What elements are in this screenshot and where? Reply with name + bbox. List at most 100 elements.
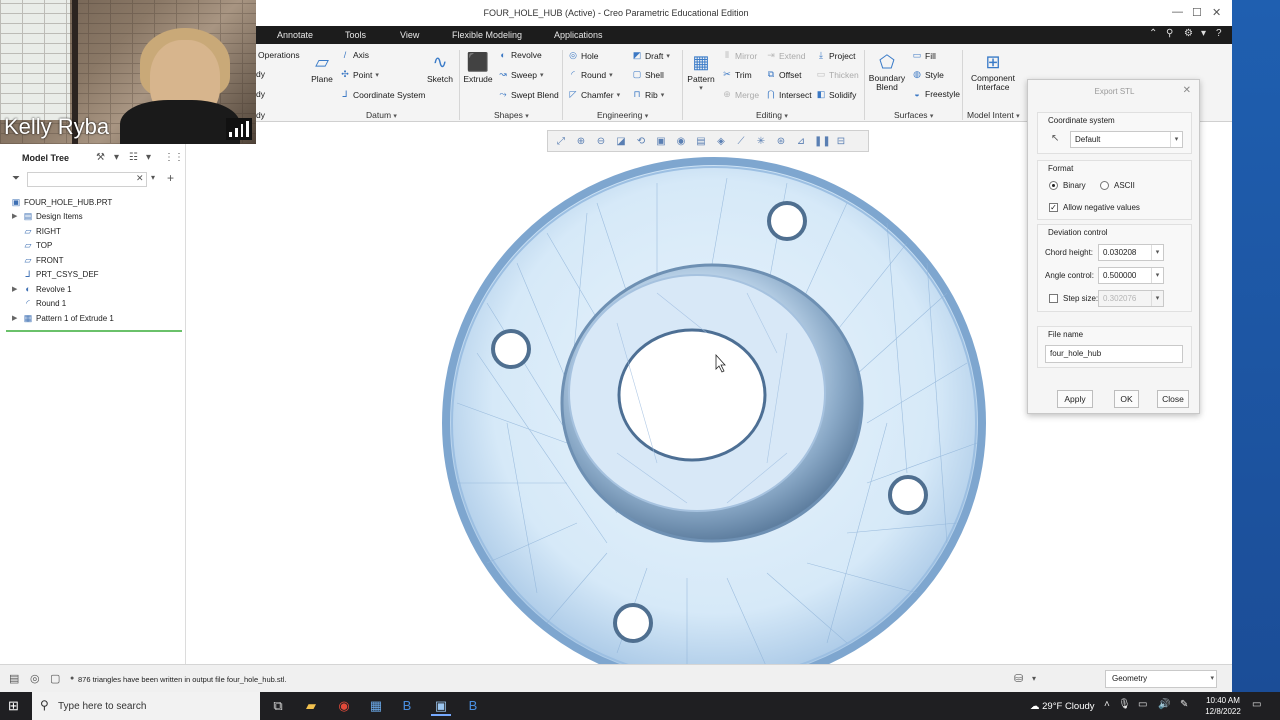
mirror-button[interactable]: ⫴ Mirror	[722, 50, 757, 61]
help-icon[interactable]: ?	[1216, 28, 1222, 39]
extend-button[interactable]: ⇥ Extend	[766, 50, 805, 61]
allow-negative-checkbox[interactable]: ✓	[1049, 203, 1058, 212]
selection-filter-select[interactable]: Geometry ▾	[1105, 670, 1217, 688]
repaint-icon[interactable]: ◪	[614, 136, 628, 147]
style-button[interactable]: ◍ Style	[912, 69, 944, 80]
tree-item[interactable]: ▶ ▤ Design Items	[12, 209, 83, 223]
freestyle-button[interactable]: ◒ Freestyle	[912, 89, 960, 99]
coordinate-system-button[interactable]: ⅃ Coordinate System	[340, 89, 425, 100]
creo-icon[interactable]: ▣	[431, 698, 451, 716]
chrome-icon[interactable]: ◉	[334, 698, 354, 714]
task-view-icon[interactable]: ⧉	[268, 698, 288, 714]
solidify-button[interactable]: ◧ Solidify	[816, 89, 857, 100]
chevron-down-icon[interactable]: ▾	[114, 152, 119, 163]
fill-button[interactable]: ▭ Fill	[912, 50, 936, 61]
tab-flexible-modeling[interactable]: Flexible Modeling	[452, 30, 522, 40]
collapse-ribbon-icon[interactable]: ⌃	[1149, 28, 1157, 39]
chevron-down-icon[interactable]: ▾	[146, 152, 151, 163]
tab-annotate[interactable]: Annotate	[277, 30, 313, 40]
file-name-input[interactable]: four_hole_hub	[1045, 345, 1183, 363]
clock[interactable]: 10:40 AM 12/8/2022	[1200, 695, 1246, 717]
plane-button[interactable]: ▱ Plane	[309, 50, 335, 84]
sweep-button[interactable]: ↝ Sweep ▾	[498, 69, 543, 80]
chord-height-input[interactable]: 0.030208 ▾	[1098, 244, 1164, 261]
chevron-down-icon[interactable]: ▾	[1032, 674, 1036, 683]
close-icon[interactable]: ✕	[1212, 6, 1221, 19]
windows-start-icon[interactable]: ⊞	[8, 698, 19, 714]
tree-item[interactable]: ▱ RIGHT	[12, 224, 61, 238]
maximize-icon[interactable]: ☐	[1192, 6, 1202, 19]
select-arrow-icon[interactable]: ↖	[1051, 133, 1059, 144]
smart-select-icon[interactable]: ⛁	[1014, 672, 1023, 685]
component-interface-button[interactable]: ⊞ Component Interface	[966, 50, 1020, 92]
model-intent-group-label[interactable]: Model Intent ▾	[967, 110, 1020, 120]
tree-item[interactable]: ▶ ◐ Revolve 1	[12, 282, 72, 296]
surfaces-group-label[interactable]: Surfaces ▾	[894, 110, 933, 120]
file-explorer-icon[interactable]: ▰	[301, 698, 321, 714]
swept-blend-button[interactable]: ⤳ Swept Blend	[498, 89, 558, 100]
minimize-icon[interactable]: —	[1172, 6, 1183, 18]
tree-settings-icon[interactable]: ⚒	[96, 152, 105, 163]
spin-center-icon[interactable]: ⊛	[774, 136, 788, 147]
app-b-secondary-icon[interactable]: B	[463, 698, 483, 713]
tray-chevron-icon[interactable]: ˄	[1104, 699, 1110, 710]
sketch-button[interactable]: ∿ Sketch	[427, 50, 453, 84]
microphone-icon[interactable]: 🎙	[1118, 699, 1131, 710]
settings-icon[interactable]: ⚙	[1184, 28, 1193, 39]
boundary-blend-button[interactable]: ⬠ Boundary Blend	[867, 50, 907, 92]
datum-display-icon[interactable]: ⟋	[734, 136, 748, 147]
zoom-out-icon[interactable]: ⊖	[594, 136, 608, 147]
tree-item[interactable]: ▱ TOP	[12, 238, 53, 252]
tree-item[interactable]: ◜ Round 1	[12, 296, 66, 310]
step-size-checkbox[interactable]	[1049, 294, 1058, 303]
perspective-icon[interactable]: ◈	[714, 136, 728, 147]
editing-group-label[interactable]: Editing ▾	[756, 110, 788, 120]
browser-icon[interactable]: ◎	[30, 672, 40, 685]
angle-control-input[interactable]: 0.500000 ▾	[1098, 267, 1164, 284]
axis-button[interactable]: / Axis	[340, 50, 369, 60]
extrude-button[interactable]: ⬛ Extrude	[463, 50, 493, 84]
hole-button[interactable]: ◎ Hole	[568, 50, 598, 61]
tree-columns-icon[interactable]: ☷	[129, 152, 138, 163]
shell-button[interactable]: ▢ Shell	[632, 69, 664, 80]
network-icon[interactable]: ▭	[1138, 699, 1147, 710]
volume-icon[interactable]: 🔊	[1158, 699, 1170, 710]
tree-item[interactable]: ▱ FRONT	[12, 253, 64, 267]
point-button[interactable]: ✣ Point ▾	[340, 69, 379, 80]
step-size-input[interactable]: 0.302076 ▾	[1098, 290, 1164, 307]
binary-radio[interactable]	[1049, 181, 1058, 190]
ascii-radio[interactable]	[1100, 181, 1109, 190]
round-button[interactable]: ◜ Round ▾	[568, 69, 612, 80]
datum-group-label[interactable]: Datum ▾	[366, 110, 397, 120]
ok-button[interactable]: OK	[1114, 390, 1139, 408]
taskbar-search-box[interactable]: ⚲ Type here to search	[32, 692, 260, 720]
chevron-down-icon[interactable]: ▾	[1201, 28, 1206, 39]
refit-icon[interactable]: ⤢	[554, 136, 568, 147]
insert-indicator[interactable]	[6, 330, 182, 332]
show-tree-icon[interactable]: ▤	[9, 672, 19, 685]
app-b-icon[interactable]: B	[397, 698, 417, 713]
tree-filter-options-icon[interactable]: ⋮⋮	[164, 152, 184, 163]
display-style-icon[interactable]: ◉	[674, 136, 688, 147]
close-icon[interactable]: ✕	[1183, 85, 1191, 96]
tree-item[interactable]: ⅃ PRT_CSYS_DEF	[12, 267, 98, 281]
search-icon[interactable]: ⚲	[1166, 28, 1173, 39]
more-icon[interactable]: ⊟	[834, 136, 848, 147]
tree-item[interactable]: ▶ ▦ Pattern 1 of Extrude 1	[12, 311, 114, 325]
active-filter-icon[interactable]: ⊿	[794, 136, 808, 147]
filter-icon[interactable]: ⏷	[12, 173, 20, 184]
merge-button[interactable]: ⊕ Merge	[722, 89, 759, 100]
zoom-in-icon[interactable]: ⊕	[574, 136, 588, 147]
coordinate-system-select[interactable]: Default ▾	[1070, 131, 1183, 148]
tab-tools[interactable]: Tools	[345, 30, 366, 40]
close-button[interactable]: Close	[1157, 390, 1189, 408]
fullscreen-icon[interactable]: ▢	[50, 672, 60, 685]
add-icon[interactable]: +	[167, 171, 174, 185]
project-button[interactable]: ⤓ Project	[816, 50, 855, 61]
saved-orientations-icon[interactable]: ▣	[654, 136, 668, 147]
revolve-button[interactable]: ◐ Revolve	[498, 50, 541, 60]
view-manager-icon[interactable]: ▤	[694, 136, 708, 147]
tree-search-input[interactable]	[27, 172, 147, 187]
pattern-button[interactable]: ▦ Pattern ▾	[686, 50, 716, 92]
weather-widget[interactable]: ☁ 29°F Cloudy	[1030, 701, 1095, 712]
